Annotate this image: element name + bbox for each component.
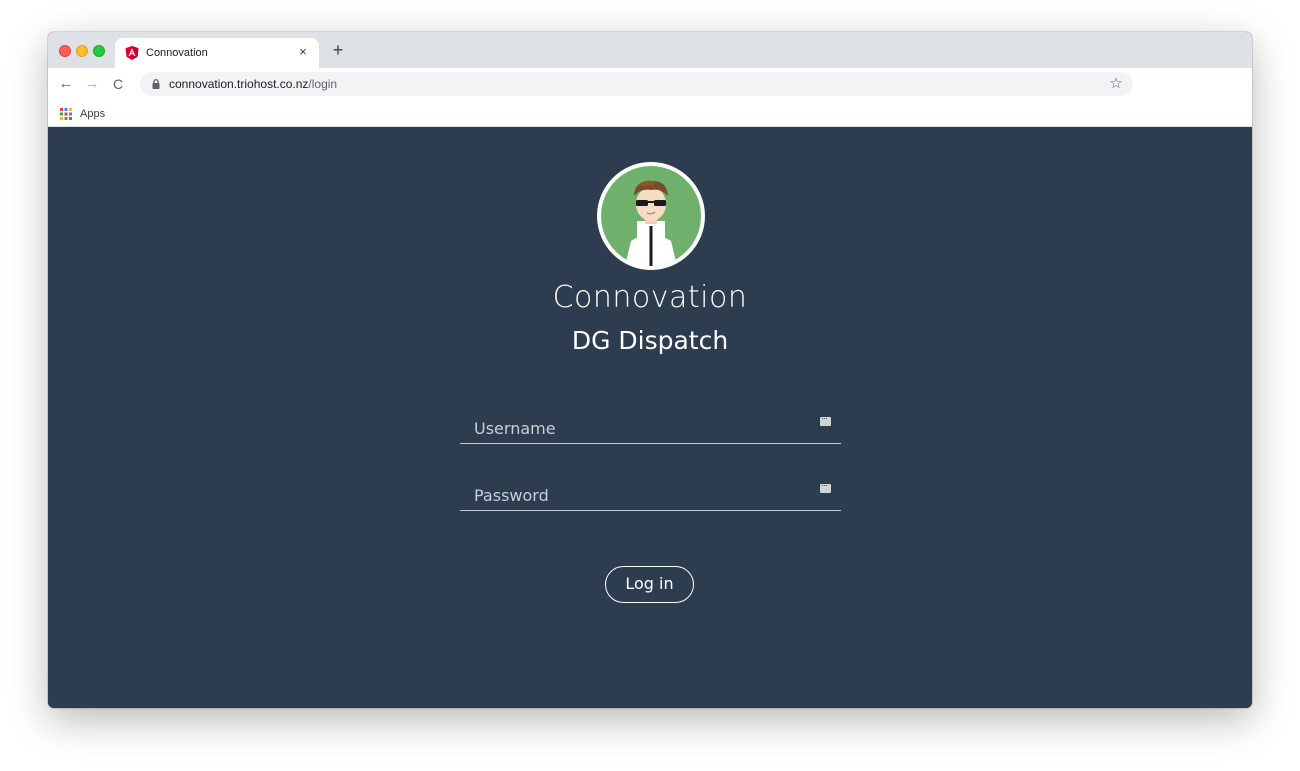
app-subtitle: DG Dispatch [571, 326, 729, 355]
password-input[interactable] [460, 475, 841, 510]
username-field [460, 408, 841, 444]
url-host: connovation.triohost.co.nz [169, 77, 309, 91]
new-tab-button[interactable]: + [328, 40, 348, 60]
bookmarks-bar: Apps [48, 100, 1252, 127]
url-path: /login [308, 77, 338, 91]
tab-strip: Connovation × + [48, 32, 1252, 68]
username-input[interactable] [460, 408, 841, 443]
apps-grid-icon [60, 108, 72, 120]
close-window-button[interactable] [59, 45, 71, 57]
password-manager-icon[interactable] [820, 413, 831, 426]
login-page: Connovation DG Dispatch Log in [48, 127, 1252, 708]
password-manager-icon[interactable] [820, 480, 831, 493]
reload-icon[interactable]: C [108, 74, 128, 94]
avatar [597, 162, 705, 270]
url-text: connovation.triohost.co.nz/login [169, 77, 337, 91]
angular-icon [125, 46, 139, 60]
back-arrow-icon[interactable]: ← [56, 74, 76, 94]
browser-toolbar: ← → C connovation.triohost.co.nz/login ☆ [48, 68, 1252, 100]
avatar-character-icon [601, 166, 701, 266]
app-title: Connovation [552, 280, 748, 315]
login-button[interactable]: Log in [605, 566, 694, 603]
password-field [460, 475, 841, 511]
tab-close-icon[interactable]: × [295, 44, 311, 60]
minimize-window-button[interactable] [76, 45, 88, 57]
browser-window: Connovation × + ← → C connovation.trioho… [48, 32, 1252, 708]
lock-icon [152, 78, 160, 89]
apps-label: Apps [80, 108, 106, 120]
tab-connovation[interactable]: Connovation × [115, 38, 319, 68]
tab-title: Connovation [146, 47, 208, 59]
address-bar[interactable]: connovation.triohost.co.nz/login ☆ [140, 72, 1133, 96]
bookmark-star-icon[interactable]: ☆ [1107, 75, 1125, 93]
forward-arrow-icon[interactable]: → [82, 74, 102, 94]
maximize-window-button[interactable] [93, 45, 105, 57]
